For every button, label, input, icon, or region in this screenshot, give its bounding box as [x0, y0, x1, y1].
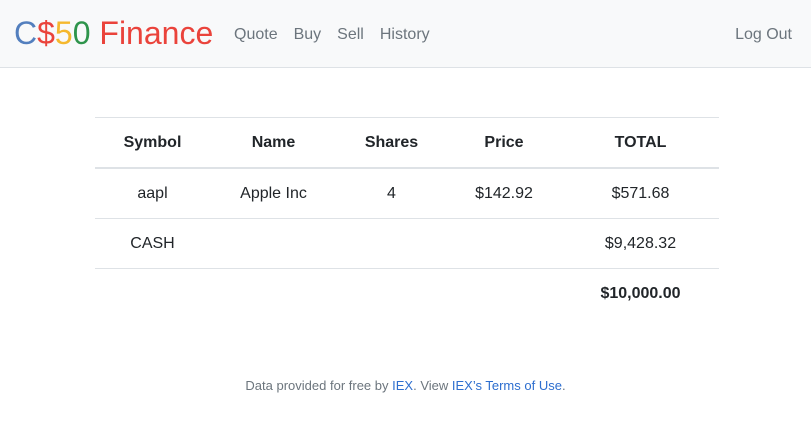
brand-logo[interactable]: C$50 Finance [14, 14, 213, 52]
cell-total: $9,428.32 [562, 218, 719, 269]
footer-empty-cell [210, 269, 337, 319]
navbar: C$50 Finance Quote Buy Sell History Log … [0, 0, 811, 68]
brand-letter-c: C [14, 15, 38, 51]
header-shares: Shares [337, 117, 446, 169]
grand-total: $10,000.00 [600, 284, 681, 302]
footer-prefix: Data provided for free by [245, 378, 393, 393]
nav-links: Quote Buy Sell History [226, 24, 438, 46]
nav-history-link[interactable]: History [372, 24, 438, 46]
iex-terms-link[interactable]: IEX’s Terms of Use [452, 378, 562, 393]
cell-name: Apple Inc [210, 168, 337, 219]
table-row: aapl Apple Inc 4 $142.92 $571.68 [95, 168, 719, 219]
table-footer-row: $10,000.00 [95, 269, 719, 319]
nav-right: Log Out [727, 24, 800, 46]
portfolio-table: Symbol Name Shares Price TOTAL aapl Appl… [95, 117, 719, 318]
footer-middle: . View [413, 378, 452, 393]
header-symbol: Symbol [95, 117, 210, 169]
cell-symbol: CASH [95, 218, 210, 269]
table-row: CASH $9,428.32 [95, 218, 719, 269]
page-footer: Data provided for free by IEX. View IEX’… [0, 378, 811, 393]
brand-dollar: $ [37, 15, 55, 51]
brand-digit-5: 5 [54, 15, 73, 51]
iex-link[interactable]: IEX [392, 378, 413, 393]
cell-price [446, 218, 562, 269]
footer-suffix: . [561, 378, 566, 393]
header-name: Name [210, 117, 337, 169]
cell-shares: 4 [337, 168, 446, 219]
brand-word-finance: Finance [90, 15, 214, 51]
table-header-row: Symbol Name Shares Price TOTAL [95, 117, 719, 169]
logout-link[interactable]: Log Out [727, 26, 800, 43]
nav-quote-link[interactable]: Quote [226, 24, 286, 46]
cell-symbol: aapl [95, 168, 210, 219]
portfolio-table-container: Symbol Name Shares Price TOTAL aapl Appl… [95, 117, 719, 318]
footer-empty-cell [337, 269, 446, 319]
cell-total: $571.68 [562, 168, 719, 219]
header-price: Price [446, 117, 562, 169]
nav-sell-link[interactable]: Sell [329, 24, 372, 46]
footer-empty-cell [95, 269, 210, 319]
cell-name [210, 218, 337, 269]
nav-buy-link[interactable]: Buy [286, 24, 330, 46]
cell-shares [337, 218, 446, 269]
footer-empty-cell [446, 269, 562, 319]
cell-price: $142.92 [446, 168, 562, 219]
brand-digit-0: 0 [72, 15, 91, 51]
header-total: TOTAL [562, 117, 719, 169]
